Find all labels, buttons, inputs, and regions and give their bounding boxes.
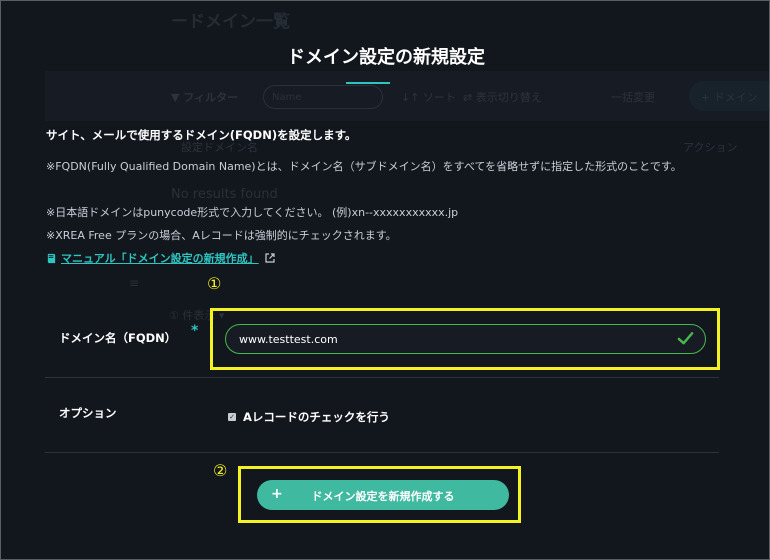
background-filter-button: ▼ フィルター: [171, 91, 239, 104]
manual-link-label: マニュアル「ドメイン設定の新規作成」: [61, 252, 259, 265]
create-domain-button-label: ドメイン設定を新規作成する: [311, 490, 455, 503]
arecord-checkbox[interactable]: ✓: [228, 413, 236, 421]
note-punycode: ※日本語ドメインはpunycode形式で入力してください。 (例)xn--xxx…: [46, 206, 459, 219]
book-icon: [47, 253, 56, 263]
title-underline: [346, 82, 390, 84]
background-menu-icon: ≡: [129, 276, 140, 290]
checkmark-icon: [677, 332, 694, 345]
external-link-icon: [265, 253, 275, 263]
background-new-domain-button: + ドメイン: [689, 81, 769, 111]
background-column-action: アクション: [683, 141, 738, 154]
domain-field-label: ドメイン名（FQDN）: [59, 331, 177, 345]
required-mark: *: [191, 323, 199, 339]
background-bulk-edit: 一括変更: [611, 91, 655, 104]
arecord-checkbox-label[interactable]: Aレコードのチェックを行う: [243, 409, 390, 425]
divider: [45, 377, 719, 378]
background-search-input: Name: [263, 85, 383, 109]
note-xrea-free: ※XREA Free プランの場合、Aレコードは強制的にチェックされます。: [46, 229, 397, 242]
background-sort-button: ↓↑ ソート: [401, 91, 456, 104]
background-no-results: No results found: [171, 187, 278, 202]
background-view-switch: ⇄ 表示切り替え: [463, 91, 542, 104]
modal-title: ドメイン設定の新規設定: [287, 47, 485, 68]
create-domain-button[interactable]: + ドメイン設定を新規作成する: [257, 480, 509, 510]
domain-input[interactable]: [225, 324, 706, 354]
annotation-marker-2: ②: [213, 461, 228, 480]
option-label: オプション: [59, 406, 117, 420]
annotation-marker-1: ①: [207, 274, 222, 293]
modal-window: ードメイン一覧 ▼ フィルター Name ↓↑ ソート ⇄ 表示切り替え 一括変…: [0, 0, 770, 560]
divider: [45, 452, 719, 453]
background-page-title: ードメイン一覧: [171, 12, 290, 32]
intro-text: サイト、メールで使用するドメイン(FQDN)を設定します。: [46, 128, 357, 142]
manual-link[interactable]: マニュアル「ドメイン設定の新規作成」: [46, 250, 275, 266]
note-fqdn: ※FQDN(Fully Qualified Domain Name)とは、ドメイ…: [46, 160, 682, 173]
